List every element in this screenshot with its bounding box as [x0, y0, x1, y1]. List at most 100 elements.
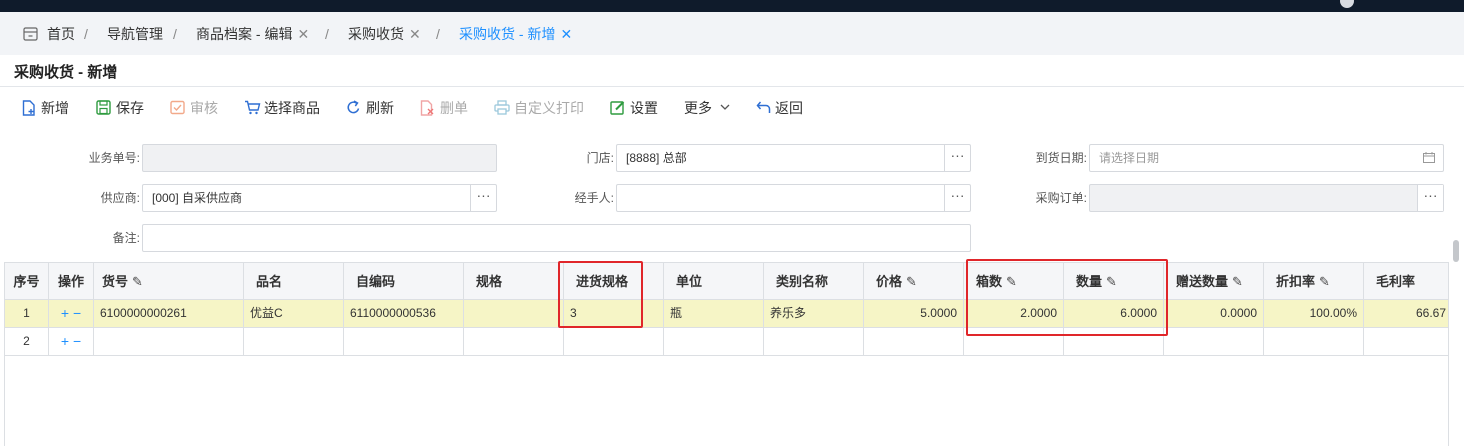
remove-row-icon[interactable]: − [73, 305, 81, 321]
col-selfcode: 自编码 [344, 262, 464, 300]
back-arrow-icon [756, 101, 771, 113]
store-field[interactable]: [8888] 总部 ··· [616, 144, 971, 172]
close-icon[interactable]: ✕ [297, 25, 309, 43]
avatar[interactable] [1340, 0, 1354, 8]
supplier-field[interactable]: [000] 自采供应商 ··· [142, 184, 497, 212]
tab-purchase-receipt[interactable]: 采购收货 ✕ [348, 25, 421, 43]
col-margin: 毛利率 [1364, 262, 1449, 300]
breadcrumb-nav-management[interactable]: 导航管理 [107, 25, 163, 43]
close-icon[interactable]: ✕ [409, 25, 421, 43]
remark-field[interactable] [142, 224, 971, 252]
calendar-icon[interactable] [1423, 152, 1435, 163]
col-gift[interactable]: 赠送数量 ✎ [1164, 262, 1264, 300]
col-boxes[interactable]: 箱数 ✎ [964, 262, 1064, 300]
edit-pencil-icon: ✎ [906, 274, 917, 289]
cell-margin: 66.67 [1364, 300, 1449, 328]
top-bar [0, 0, 1464, 12]
cell-discount[interactable]: 100.00% [1264, 300, 1364, 328]
cell-boxes[interactable] [964, 328, 1064, 356]
delete-doc-icon [420, 100, 434, 116]
cell-name [244, 328, 344, 356]
custom-print-button[interactable]: 自定义打印 [494, 99, 586, 117]
supplier-lookup-button[interactable]: ··· [470, 185, 496, 211]
cell-gift[interactable] [1164, 328, 1264, 356]
arrival-date-field[interactable]: 请选择日期 [1089, 144, 1444, 172]
audit-button[interactable]: 审核 [170, 99, 220, 117]
divider [0, 86, 1464, 87]
edit-settings-icon [610, 101, 625, 115]
order-no-field[interactable] [142, 144, 497, 172]
add-row-icon[interactable]: + [61, 333, 69, 349]
refresh-icon [347, 100, 360, 114]
add-row-icon[interactable]: + [61, 305, 69, 321]
handler-lookup-button[interactable]: ··· [944, 185, 970, 211]
refresh-button[interactable]: 刷新 [346, 99, 396, 117]
table-row[interactable]: 2 + − [5, 328, 1449, 356]
close-icon[interactable]: ✕ [560, 25, 572, 43]
row-ops: + − [49, 328, 94, 356]
cell-name: 优益C [244, 300, 344, 328]
table-row[interactable]: 1 + − 6100000000261 优益C 6110000000536 3 … [5, 300, 1449, 328]
order-no-label: 业务单号: [88, 151, 140, 165]
cell-inspec [564, 328, 664, 356]
cell-qty[interactable] [1064, 328, 1164, 356]
breadcrumb-separator: / [173, 26, 177, 42]
home-icon [23, 27, 38, 41]
remark-label: 备注: [112, 231, 140, 245]
cell-price[interactable]: 5.0000 [864, 300, 964, 328]
more-dropdown[interactable]: 更多 [684, 99, 734, 117]
breadcrumb: 首页 / 导航管理 / 商品档案 - 编辑 ✕ / 采购收货 ✕ / 采购收货 - … [0, 12, 1464, 55]
goods-table: 序号 操作 货号 ✎ 品名 自编码 规格 进货规格 单位 类别名称 价格 ✎ 箱数 ✎… [4, 262, 1449, 446]
edit-pencil-icon: ✎ [1232, 274, 1243, 289]
remove-row-icon[interactable]: − [73, 333, 81, 349]
cell-margin [1364, 328, 1449, 356]
store-label: 门店: [586, 151, 614, 165]
back-button[interactable]: 返回 [756, 99, 806, 117]
breadcrumb-separator: / [84, 26, 88, 42]
col-category: 类别名称 [764, 262, 864, 300]
row-ops: + − [49, 300, 94, 328]
cart-icon [245, 100, 261, 115]
cell-price[interactable] [864, 328, 964, 356]
cell-category: 养乐多 [764, 300, 864, 328]
cell-discount[interactable] [1264, 328, 1364, 356]
scrollbar-thumb[interactable] [1453, 240, 1459, 262]
edit-pencil-icon: ✎ [1319, 274, 1330, 289]
save-button[interactable]: 保存 [96, 99, 146, 117]
tab-goods-edit[interactable]: 商品档案 - 编辑 ✕ [196, 25, 309, 43]
arrival-date-label: 到货日期: [1035, 151, 1087, 165]
select-goods-button[interactable]: 选择商品 [244, 99, 322, 117]
purchase-order-field[interactable]: ··· [1089, 184, 1444, 212]
handler-field[interactable]: ··· [616, 184, 971, 212]
tab-purchase-receipt-new[interactable]: 采购收货 - 新增 ✕ [459, 25, 572, 43]
purchase-order-lookup-button[interactable]: ··· [1417, 185, 1443, 211]
vertical-scrollbar[interactable] [1452, 240, 1460, 446]
store-lookup-button[interactable]: ··· [944, 145, 970, 171]
cell-selfcode: 6110000000536 [344, 300, 464, 328]
cell-unit [664, 328, 764, 356]
save-icon [96, 100, 111, 115]
cell-code[interactable]: 6100000000261 [94, 300, 244, 328]
cell-code[interactable] [94, 328, 244, 356]
page-title: 采购收货 - 新增 [14, 64, 118, 81]
col-price[interactable]: 价格 ✎ [864, 262, 964, 300]
col-inspec: 进货规格 [564, 262, 664, 300]
settings-button[interactable]: 设置 [610, 99, 660, 117]
cell-qty[interactable]: 6.0000 [1064, 300, 1164, 328]
col-spec: 规格 [464, 262, 564, 300]
col-op: 操作 [49, 262, 94, 300]
col-discount[interactable]: 折扣率 ✎ [1264, 262, 1364, 300]
breadcrumb-home[interactable]: 首页 [47, 25, 75, 43]
col-code[interactable]: 货号 ✎ [94, 262, 244, 300]
col-unit: 单位 [664, 262, 764, 300]
col-seq: 序号 [5, 262, 49, 300]
add-button[interactable]: 新增 [22, 99, 74, 117]
cell-boxes[interactable]: 2.0000 [964, 300, 1064, 328]
cell-inspec: 3 [564, 300, 664, 328]
edit-pencil-icon: ✎ [1006, 274, 1017, 289]
audit-check-icon [170, 100, 185, 115]
col-qty[interactable]: 数量 ✎ [1064, 262, 1164, 300]
delete-button[interactable]: 删单 [420, 99, 470, 117]
cell-gift[interactable]: 0.0000 [1164, 300, 1264, 328]
breadcrumb-separator: / [436, 26, 440, 42]
